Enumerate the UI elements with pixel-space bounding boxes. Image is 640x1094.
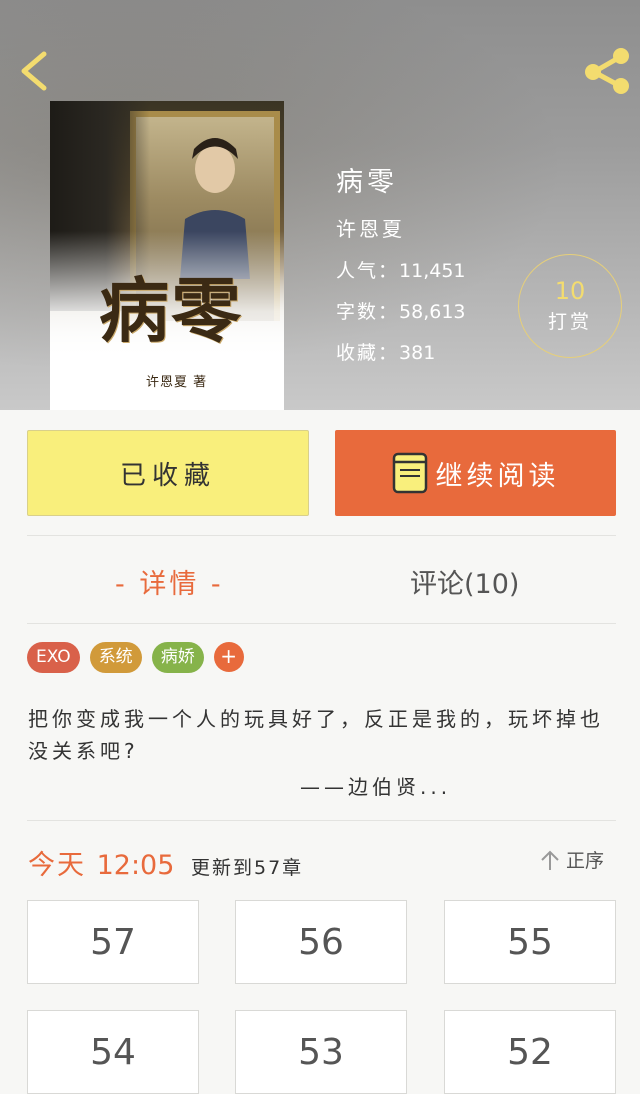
chevron-left-icon: [21, 51, 47, 91]
stat-popularity: 人气：11,451: [336, 260, 466, 282]
summary-signature: ——边伯贤...: [300, 775, 452, 799]
update-info: 今天 12:05 更新到57章: [28, 843, 303, 882]
tag-exo[interactable]: EXO: [27, 642, 80, 673]
tip-button[interactable]: 10 打赏: [518, 254, 622, 358]
cover-author: 许恩夏 著: [146, 375, 208, 390]
favorite-label: 已收藏: [119, 460, 216, 491]
book-author[interactable]: 许恩夏: [336, 213, 466, 242]
share-button[interactable]: [580, 46, 634, 96]
tag-list: EXO 系统 病娇 +: [27, 642, 244, 673]
book-cover[interactable]: 病零 许恩夏 著: [50, 101, 284, 410]
chapter-button[interactable]: 56: [235, 900, 407, 984]
book-icon: [392, 452, 427, 494]
chapter-button[interactable]: 54: [27, 1010, 199, 1094]
sort-order-button[interactable]: 正序: [540, 846, 604, 873]
divider: [27, 535, 616, 536]
tip-label: 打赏: [547, 311, 592, 333]
continue-reading-button[interactable]: 继续阅读: [335, 430, 616, 516]
chapter-button[interactable]: 53: [235, 1010, 407, 1094]
continue-reading-label: 继续阅读: [435, 460, 560, 492]
add-tag-button[interactable]: +: [213, 642, 244, 672]
arrow-up-icon: [541, 850, 559, 870]
update-text: 更新到57章: [191, 857, 304, 879]
tag-yandere[interactable]: 病娇: [151, 642, 204, 673]
tip-count: 10: [554, 277, 586, 305]
chapter-button[interactable]: 55: [444, 900, 616, 984]
share-icon: [585, 48, 629, 94]
book-info: 病零 许恩夏 人气：11,451 字数：58,613 收藏：381: [336, 160, 466, 379]
sort-label: 正序: [566, 850, 605, 872]
book-title: 病零: [336, 167, 398, 198]
chapter-button[interactable]: 52: [444, 1010, 616, 1094]
divider: [27, 820, 616, 821]
tag-system[interactable]: 系统: [89, 642, 142, 673]
chapter-button[interactable]: 57: [27, 900, 199, 984]
cover-title: 病零: [99, 269, 243, 352]
book-summary: 把你变成我一个人的玩具好了，反正是我的，玩坏掉也没关系吧?: [28, 707, 604, 763]
book-header: 病零 许恩夏 著 病零 许恩夏 人气：11,451 字数：58,613 收藏：3…: [0, 0, 640, 410]
stat-word-count: 字数：58,613: [336, 301, 466, 323]
back-button[interactable]: [14, 46, 58, 96]
tab-detail[interactable]: - 详情 -: [115, 562, 224, 601]
divider: [27, 623, 616, 624]
favorite-button[interactable]: 已收藏: [27, 430, 309, 516]
tab-comments[interactable]: 评论(10): [410, 562, 519, 601]
update-day: 今天: [28, 850, 86, 881]
update-time: 12:05: [96, 850, 175, 881]
stat-favorites: 收藏：381: [336, 342, 436, 364]
